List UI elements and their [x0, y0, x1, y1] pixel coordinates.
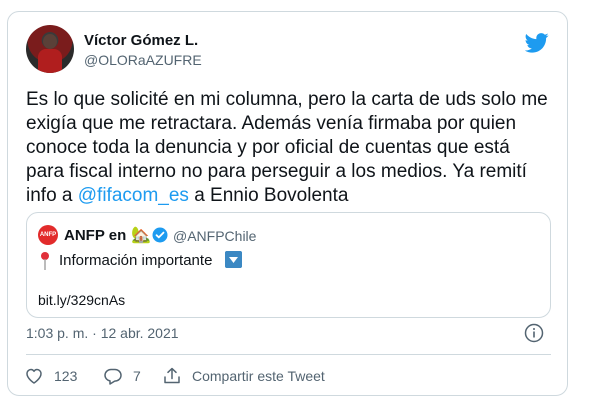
tweet-actions: 123 7 Compartir este Tweet	[8, 364, 567, 388]
like-button[interactable]: 123	[24, 364, 77, 388]
twitter-bird-icon[interactable]	[525, 33, 549, 53]
avatar-shirt	[38, 49, 62, 73]
quoted-link[interactable]: bit.ly/329cnAs	[38, 292, 125, 308]
house-emoji: 🏡	[131, 227, 151, 244]
actions-divider	[26, 354, 551, 355]
author-avatar[interactable]	[26, 25, 74, 73]
quoted-author-handle[interactable]: @ANFPChile	[173, 228, 256, 244]
down-arrow-icon	[225, 251, 242, 268]
reply-icon	[104, 368, 122, 385]
tweet-timestamp[interactable]: 1:03 p. m. · 12 abr. 2021	[26, 325, 179, 341]
share-label: Compartir este Tweet	[192, 368, 325, 384]
quoted-author-name[interactable]: ANFP en	[64, 227, 126, 244]
tweet-card[interactable]: Víctor Gómez L. @OLORaAZUFRE Es lo que s…	[7, 11, 568, 396]
share-button[interactable]: Compartir este Tweet	[162, 364, 325, 388]
quoted-tweet[interactable]: ANFP ANFP en 🏡 @ANFPChile Información im…	[26, 212, 551, 318]
info-icon[interactable]	[524, 323, 544, 343]
quoted-avatar[interactable]: ANFP	[38, 225, 58, 245]
author-name[interactable]: Víctor Gómez L.	[84, 32, 198, 49]
pin-icon	[41, 252, 49, 270]
heart-icon	[26, 368, 42, 384]
mention-link[interactable]: @fifacom_es	[78, 185, 189, 206]
avatar-head	[43, 34, 57, 49]
reply-button[interactable]: 7	[103, 364, 141, 388]
tweet-text-tail: a Ennio Bovolenta	[188, 185, 349, 206]
reply-count: 7	[133, 368, 141, 384]
author-handle[interactable]: @OLORaAZUFRE	[84, 52, 202, 68]
like-count: 123	[54, 368, 78, 384]
quoted-text: Información importante	[59, 252, 213, 269]
share-icon	[164, 367, 180, 384]
tweet-text: Es lo que solicité en mi columna, pero l…	[26, 88, 551, 208]
verified-badge-icon	[152, 227, 168, 243]
